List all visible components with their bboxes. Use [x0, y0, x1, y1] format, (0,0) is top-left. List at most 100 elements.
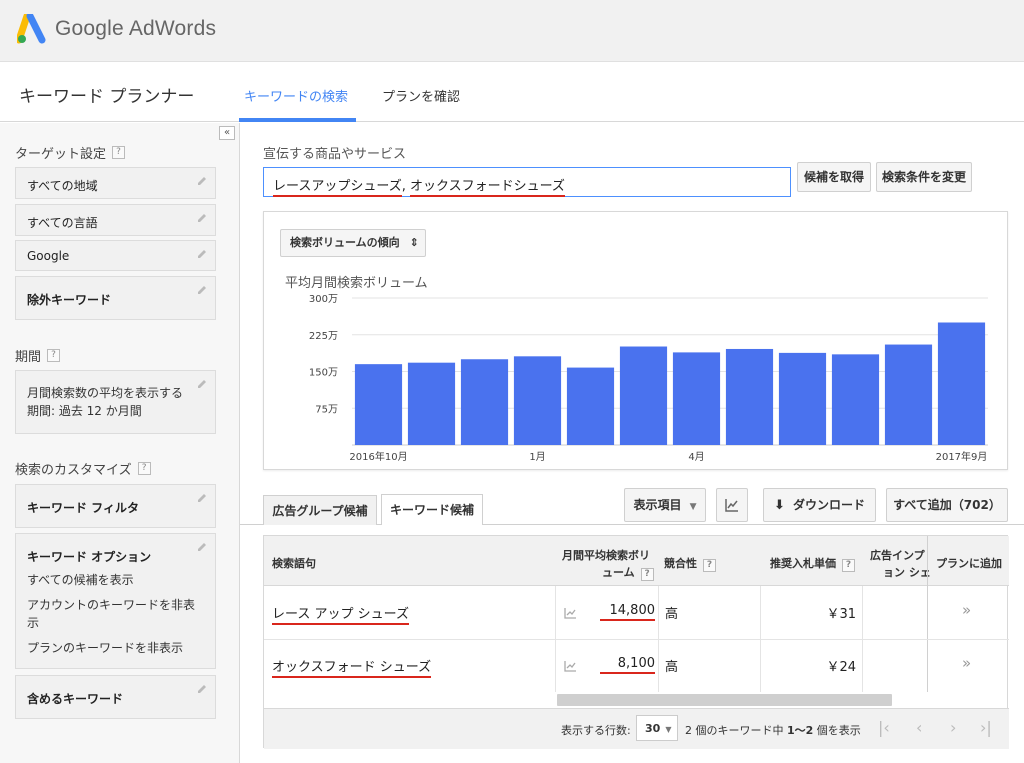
- volume-bar[interactable]: [778, 352, 827, 445]
- volume-bar[interactable]: [460, 359, 509, 445]
- language-setting[interactable]: すべての言語: [15, 204, 216, 236]
- columns-dropdown[interactable]: 表示項目 ▼: [624, 488, 706, 522]
- help-icon[interactable]: ?: [47, 349, 61, 362]
- tab-keyword-ideas[interactable]: キーワード候補: [381, 494, 483, 525]
- logo-text: Google AdWords: [55, 17, 216, 41]
- header-impr-share-line2: ョン シェ: [883, 566, 931, 579]
- header-avg-volume-line2: ューム?: [602, 564, 654, 581]
- period-setting[interactable]: 月間検索数の平均を表示する 期間: 過去 12 か月間: [15, 370, 216, 434]
- pencil-icon: [198, 177, 206, 185]
- caret-down-icon: ▼: [665, 725, 672, 734]
- header-avg-volume-line1[interactable]: 月間平均検索ボリ: [562, 547, 650, 563]
- download-button[interactable]: ⬇ ダウンロード: [763, 488, 876, 522]
- keyword-option-hide-account: アカウントのキーワードを非表: [27, 598, 196, 612]
- competition-value: 高: [665, 660, 679, 675]
- column-divider: [927, 536, 928, 692]
- help-icon[interactable]: ?: [842, 559, 855, 572]
- negative-keywords-setting[interactable]: 除外キーワード: [15, 276, 216, 320]
- header-competition-text: 競合性: [664, 557, 697, 570]
- help-icon[interactable]: ?: [137, 462, 151, 475]
- header-suggested-bid[interactable]: 推奨入札単価?: [770, 555, 855, 572]
- y-tick-label: 150万: [309, 368, 338, 379]
- keyword-term[interactable]: オックスフォード シューズ: [272, 656, 432, 678]
- prev-page-icon[interactable]: ‹: [916, 718, 922, 737]
- volume-bar[interactable]: [619, 346, 668, 445]
- rows-per-page-select[interactable]: 30 ▼: [636, 715, 678, 741]
- top-bar: Google AdWords: [0, 0, 1024, 62]
- include-keywords-setting[interactable]: 含めるキーワード: [15, 675, 216, 719]
- volume-bar[interactable]: [937, 322, 986, 446]
- volume-bar[interactable]: [407, 362, 456, 445]
- add-to-plan-icon[interactable]: »: [962, 601, 971, 619]
- volume-bar[interactable]: [672, 352, 721, 445]
- suggested-bid-value: ￥24: [826, 660, 856, 675]
- tab-keyword-search[interactable]: キーワードの検索: [244, 86, 348, 105]
- help-icon[interactable]: ?: [640, 568, 654, 581]
- volume-bar-chart: 300万 225万 150万 75万 2016年10月 1月 4月 2017年9月: [309, 294, 988, 463]
- period-line-2: 期間: 過去 12 か月間: [27, 404, 142, 418]
- search-separator: ,: [401, 179, 410, 194]
- volume-bar[interactable]: [566, 367, 615, 445]
- customize-heading-label: 検索のカスタマイズ: [15, 463, 132, 478]
- volume-bar[interactable]: [831, 354, 880, 445]
- pencil-icon: [198, 494, 206, 502]
- columns-label: 表示項目: [633, 498, 682, 512]
- tab-ad-group-ideas[interactable]: 広告グループ候補: [263, 495, 377, 525]
- keyword-options-setting[interactable]: キーワード オプション すべての候補を表示 アカウントのキーワードを非表 示 プ…: [15, 533, 216, 669]
- search-term-1: レースアップシューズ: [273, 179, 402, 197]
- keyword-ideas-table: 検索語句 月間平均検索ボリ ューム? 競合性? 推奨入札単価? 広告インプ ョン…: [263, 535, 1009, 749]
- adwords-logo[interactable]: Google AdWords: [17, 14, 216, 44]
- keyword-option-hide-plan: プランのキーワードを非表示: [27, 641, 184, 655]
- network-label: Google: [27, 249, 70, 263]
- location-label: すべての地域: [27, 179, 98, 193]
- keyword-options-title: キーワード オプション: [27, 550, 152, 564]
- pencil-icon: [198, 286, 206, 294]
- header-avg-volume-text: ューム: [602, 566, 635, 579]
- avg-monthly-searches: 14,800: [600, 603, 655, 621]
- add-to-plan-icon[interactable]: »: [962, 654, 971, 672]
- header-impr-share-line1[interactable]: 広告インプ: [870, 547, 925, 563]
- keyword-term[interactable]: レース アップ シューズ: [272, 603, 409, 625]
- period-heading: 期間?: [15, 346, 61, 365]
- horizontal-scrollbar[interactable]: [557, 694, 892, 706]
- product-service-input[interactable]: レースアップシューズ, オックスフォードシューズ: [263, 167, 791, 197]
- modify-search-button[interactable]: 検索条件を変更: [876, 162, 972, 192]
- summary-suffix: 個を表示: [813, 724, 861, 737]
- collapse-sidebar-button[interactable]: «: [219, 126, 235, 140]
- app-title: キーワード プランナー: [19, 87, 195, 107]
- keyword-option-show-all: すべての候補を表示: [27, 573, 134, 587]
- help-icon[interactable]: ?: [703, 559, 716, 572]
- volume-bar[interactable]: [354, 364, 403, 445]
- tab-review-plan[interactable]: プランを確認: [382, 86, 460, 105]
- first-page-icon[interactable]: |‹: [878, 718, 890, 737]
- trend-chart-icon[interactable]: [564, 660, 577, 672]
- pencil-icon: [198, 380, 206, 388]
- last-page-icon[interactable]: ›|: [980, 718, 992, 737]
- volume-bar[interactable]: [884, 344, 933, 445]
- pencil-icon: [198, 543, 206, 551]
- add-all-button[interactable]: すべて追加（702）: [886, 488, 1008, 522]
- caret-down-icon: ▼: [689, 502, 697, 512]
- download-label: ダウンロード: [793, 498, 866, 512]
- avg-monthly-searches: 8,100: [600, 656, 655, 674]
- header-competition[interactable]: 競合性?: [664, 555, 716, 572]
- get-ideas-button[interactable]: 候補を取得: [797, 162, 871, 192]
- x-tick-label: 2016年10月: [349, 450, 407, 463]
- trend-chart-icon[interactable]: [564, 607, 577, 619]
- next-page-icon[interactable]: ›: [950, 718, 956, 737]
- header-add-to-plan: プランに追加: [936, 557, 1002, 570]
- volume-bar[interactable]: [513, 356, 562, 445]
- help-icon[interactable]: ?: [112, 146, 126, 159]
- y-tick-label: 300万: [309, 294, 338, 305]
- keyword-filter-label: キーワード フィルタ: [27, 501, 139, 515]
- negative-keywords-label: 除外キーワード: [27, 293, 112, 307]
- x-tick-label: 2017年9月: [936, 450, 988, 463]
- chart-toggle-button[interactable]: [716, 488, 748, 522]
- location-setting[interactable]: すべての地域: [15, 167, 216, 199]
- search-volume-card: 検索ボリュームの傾向 ⇕ 平均月間検索ボリューム 300万 225万 150万 75万…: [263, 211, 1008, 470]
- row-divider: [264, 639, 1009, 640]
- volume-bar[interactable]: [725, 348, 774, 445]
- header-search-term[interactable]: 検索語句: [272, 555, 316, 571]
- network-setting[interactable]: Google: [15, 240, 216, 271]
- keyword-filter-setting[interactable]: キーワード フィルタ: [15, 484, 216, 528]
